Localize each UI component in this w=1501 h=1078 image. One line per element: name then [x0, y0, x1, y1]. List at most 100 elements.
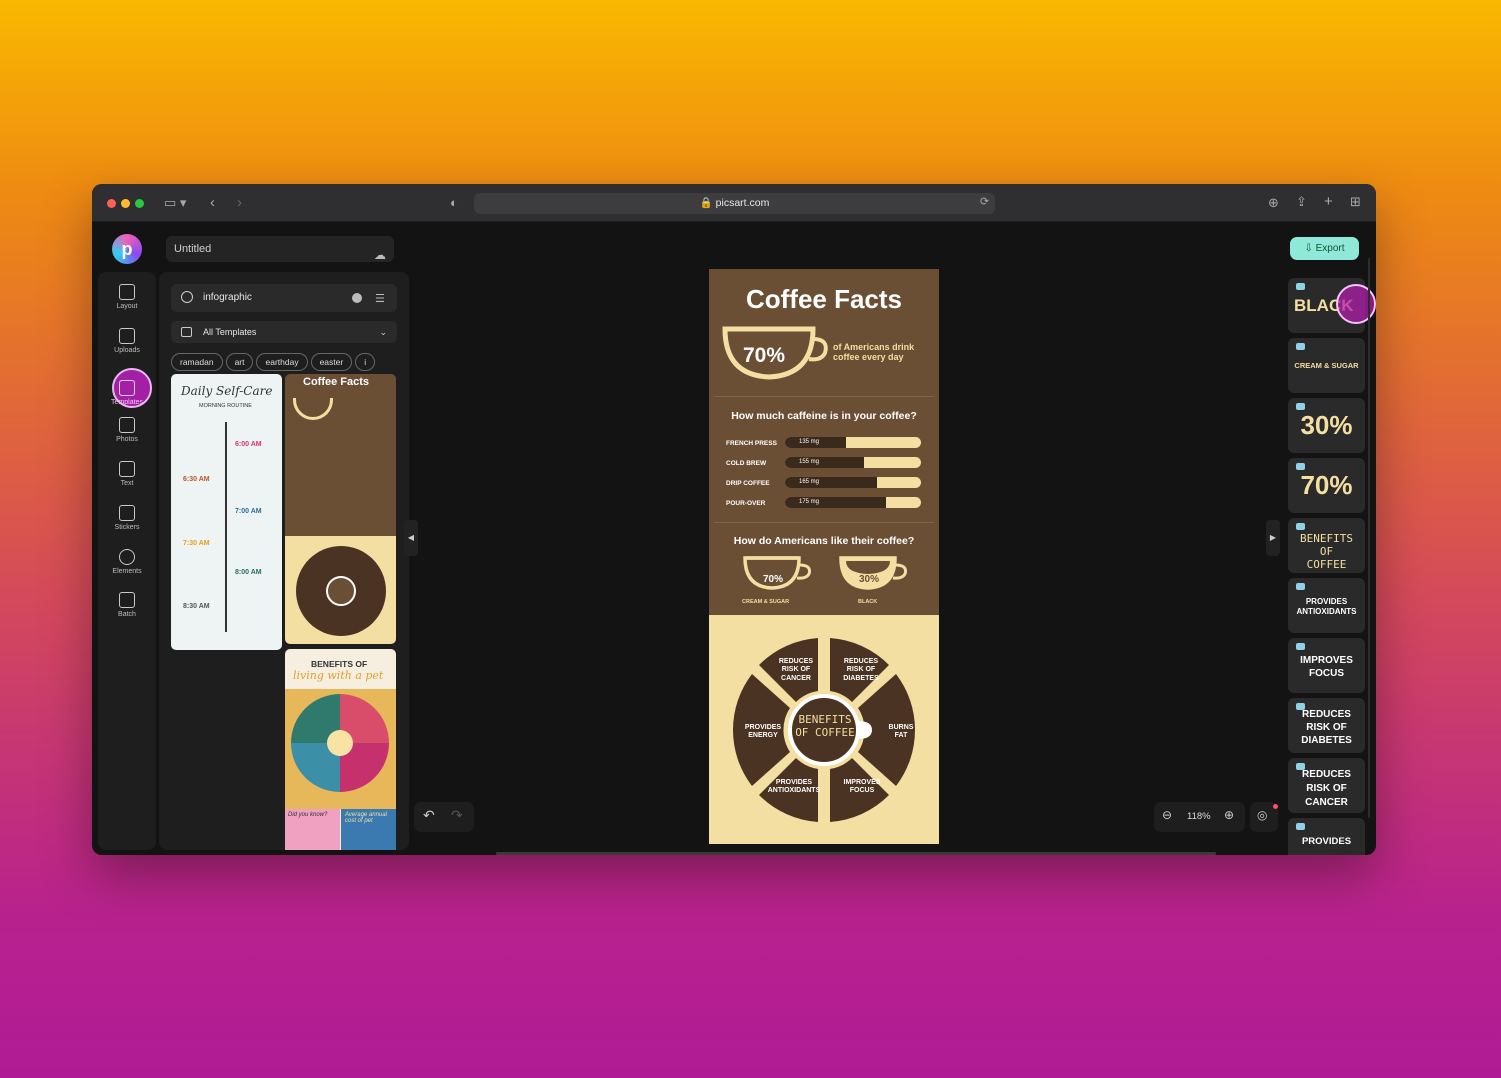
rail-label: Photos [116, 436, 138, 443]
rail-photos[interactable]: Photos [98, 417, 156, 443]
bar-label: COLD BREW [726, 460, 767, 467]
rail-stickers[interactable]: Stickers [98, 505, 156, 531]
tab-overview-icon[interactable]: ⊞ [1350, 194, 1361, 210]
layer-item[interactable]: IMPROVES FOCUS [1288, 638, 1365, 693]
filter-icon[interactable]: ☰ [375, 292, 385, 305]
template-category-select[interactable]: All Templates ⌄ [171, 321, 397, 343]
layer-item[interactable]: REDUCES RISK OF DIABETES [1288, 698, 1365, 753]
layer-item[interactable]: BENEFITS OF COFFEE [1288, 518, 1365, 573]
layer-item[interactable]: PROVIDES [1288, 818, 1365, 855]
wheel-segment-label: BURNS FAT [888, 724, 914, 740]
help-button[interactable]: ◎ [1250, 802, 1278, 832]
layer-item[interactable]: REDUCES RISK OF CANCER [1288, 758, 1365, 813]
time-label: 6:00 AM [235, 441, 262, 448]
layers-scrollbar[interactable] [1368, 258, 1370, 818]
average-cost-text: Average annual cost of pet [345, 812, 387, 824]
undo-icon[interactable]: ↶ [423, 807, 435, 824]
rail-templates[interactable]: Templates [98, 380, 156, 406]
maximize-window-button[interactable] [135, 199, 144, 208]
wheel-segment-label: IMPROVES FOCUS [843, 779, 881, 795]
lock-icon [1296, 283, 1305, 290]
right-panel-collapse-handle[interactable]: ▶ [1266, 520, 1280, 556]
percent-stat: 70% [743, 344, 786, 367]
chip[interactable]: i [355, 353, 376, 371]
layer-label: CREAM & SUGAR [1294, 361, 1359, 370]
lock-icon [1296, 463, 1305, 470]
share-icon[interactable]: ⇪ [1296, 194, 1307, 210]
layer-item[interactable]: PROVIDES ANTIOXIDANTS [1288, 578, 1365, 633]
horizontal-scrollbar[interactable] [496, 852, 1216, 855]
thumb-title: Coffee Facts [303, 376, 370, 388]
zoom-controls: ⊖ 118% ⊕ [1154, 802, 1245, 832]
forward-icon[interactable]: › [237, 194, 242, 211]
chip[interactable]: ramadan [171, 353, 223, 371]
rail-label: Batch [118, 611, 136, 618]
zoom-out-icon[interactable]: ⊖ [1162, 808, 1172, 822]
left-panel-collapse-handle[interactable]: ◀ [404, 520, 418, 556]
new-tab-icon[interactable]: + [1324, 193, 1333, 210]
cloud-save-icon: ☁ [374, 248, 386, 262]
lock-icon [1296, 763, 1305, 770]
bar-label: POUR-OVER [726, 500, 766, 507]
rail-elements[interactable]: Elements [98, 549, 156, 575]
downloads-icon[interactable]: ⊕ [1268, 195, 1279, 211]
rail-layout[interactable]: Layout [98, 284, 156, 310]
rail-text[interactable]: Text [98, 461, 156, 487]
sidebar-toggle-icon[interactable]: ▭ ▾ [164, 195, 186, 211]
lock-icon [1296, 703, 1305, 710]
rail-batch[interactable]: Batch [98, 592, 156, 618]
cup-black-label: BLACK [858, 599, 878, 605]
stickers-icon [119, 505, 135, 521]
close-window-button[interactable] [107, 199, 116, 208]
template-thumb-selfcare[interactable]: Daily Self-Care MORNING ROUTINE 6:00 AM … [171, 374, 282, 650]
thumb-title: BENEFITS OF [311, 659, 368, 669]
clear-search-icon[interactable] [352, 293, 362, 303]
timeline-line [225, 422, 227, 632]
coffee-facts-poster[interactable]: Coffee Facts 70% of Americans drink coff… [709, 269, 939, 844]
rail-label: Uploads [114, 347, 140, 354]
text-icon [119, 461, 135, 477]
document-title: Untitled [174, 243, 212, 255]
privacy-shield-icon[interactable]: ◐ [450, 195, 458, 210]
bar-value: 175 mg [799, 499, 820, 505]
layer-item[interactable]: 30% [1288, 398, 1365, 453]
document-title-field[interactable]: Untitled ☁ [166, 236, 394, 262]
picsart-logo[interactable]: p [112, 234, 142, 264]
caffeine-bar: 135 mg [785, 437, 921, 448]
chip[interactable]: art [225, 353, 254, 371]
address-bar[interactable]: 🔒 picsart.com [474, 193, 995, 214]
selection-cursor [1336, 284, 1376, 324]
template-thumb-pet[interactable]: BENEFITS OF living with a pet Did you kn… [285, 649, 396, 850]
caffeine-question: How much caffeine is in your coffee? [731, 410, 917, 422]
rail-label: Layout [116, 303, 138, 310]
rail-uploads[interactable]: Uploads [98, 328, 156, 354]
chip[interactable]: easter [310, 353, 353, 371]
lock-icon [1296, 523, 1305, 530]
search-input[interactable]: infographic [171, 284, 397, 312]
tag-chips: ramadan art earthday easter i [171, 352, 378, 371]
reload-icon[interactable]: ⟳ [980, 195, 989, 208]
export-button[interactable]: ⇩ Export [1290, 237, 1359, 260]
wheel-segment-label: PROVIDES ANTIOXIDANTS [767, 779, 821, 795]
template-thumb-coffee[interactable]: Coffee Facts [285, 374, 396, 644]
lock-icon [1296, 643, 1305, 650]
chip[interactable]: earthday [256, 353, 308, 371]
bar-label: DRIP COFFEE [726, 480, 770, 487]
rail-label: Elements [112, 568, 142, 575]
cup-cream-icon [743, 556, 811, 590]
dropdown-value: All Templates [203, 327, 257, 337]
back-icon[interactable]: ‹ [210, 194, 215, 211]
thumb-subtitle: living with a pet [293, 669, 384, 682]
layer-item[interactable]: 70% [1288, 458, 1365, 513]
layer-label: BENEFITS OF COFFEE [1300, 532, 1353, 572]
time-label: 8:00 AM [235, 569, 262, 576]
zoom-in-icon[interactable]: ⊕ [1224, 808, 1234, 822]
time-label: 7:30 AM [183, 540, 210, 547]
layer-label: REDUCES RISK OF DIABETES [1301, 709, 1352, 746]
minimize-window-button[interactable] [121, 199, 130, 208]
layer-item[interactable]: CREAM & SUGAR [1288, 338, 1365, 393]
cup-cream-label: CREAM & SUGAR [742, 599, 790, 605]
redo-icon[interactable]: ↷ [451, 807, 463, 824]
poster-title: Coffee Facts [745, 284, 903, 314]
zoom-level[interactable]: 118% [1187, 811, 1211, 822]
